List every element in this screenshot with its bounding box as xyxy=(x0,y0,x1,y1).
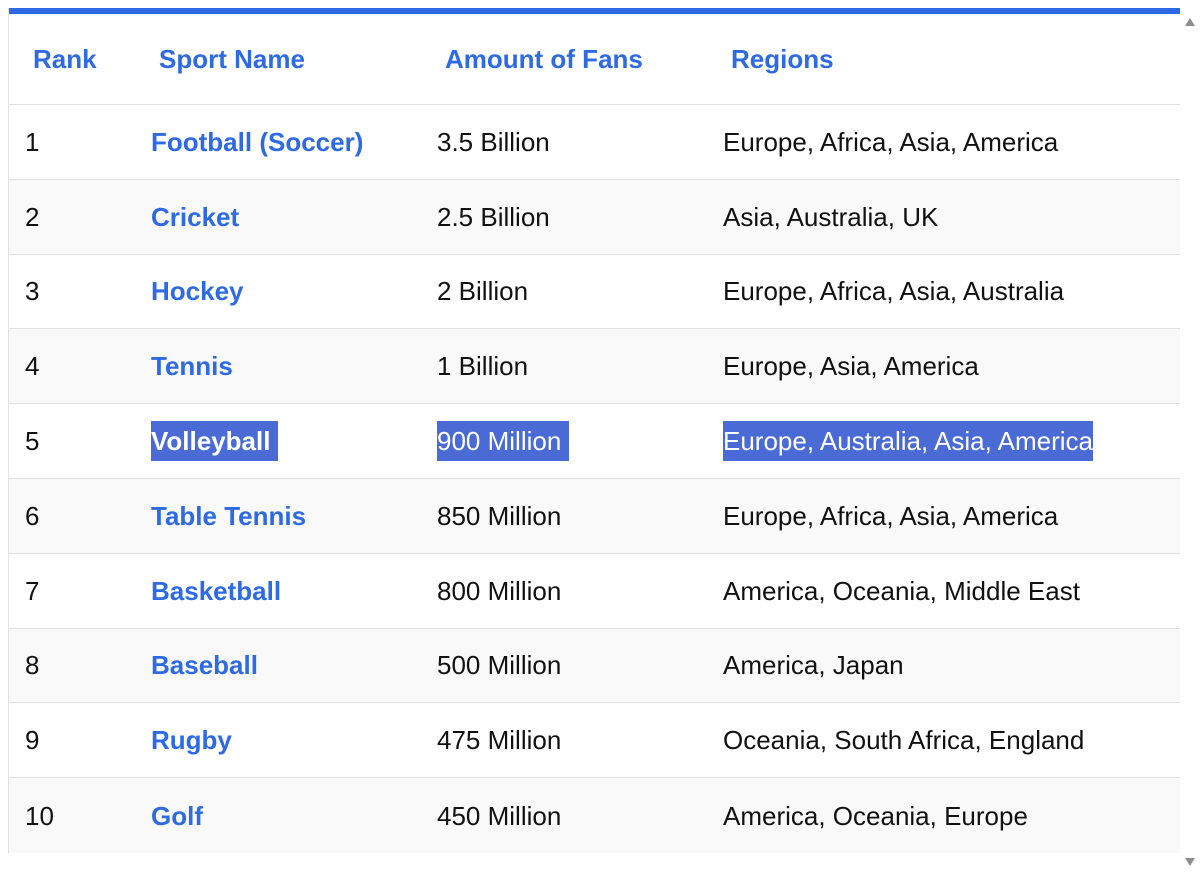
fans-cell: 3.5 Billion xyxy=(437,126,550,157)
sport-name-link[interactable]: Rugby xyxy=(151,720,232,760)
table-body: 1 Football (Soccer) 3.5 Billion Europe, Afr… xyxy=(9,105,1180,853)
header-sport-name[interactable]: Sport Name xyxy=(159,14,305,105)
sport-name-link[interactable]: Football (Soccer) xyxy=(151,122,363,162)
rank-cell: 5 xyxy=(25,426,40,457)
fans-cell: 2.5 Billion xyxy=(437,201,550,232)
fans-cell: 475 Million xyxy=(437,725,562,756)
table-row[interactable]: 3 Hockey 2 Billion Europe, Africa, Asia, Au… xyxy=(9,254,1180,330)
vertical-scrollbar[interactable] xyxy=(1180,0,1200,876)
table-row[interactable]: 5 Volleyball 900 Million Europe, Australia,… xyxy=(9,404,1180,479)
rank-cell: 6 xyxy=(25,500,40,531)
rank-cell: 3 xyxy=(25,276,40,307)
fans-cell: 500 Million xyxy=(437,650,562,681)
table-row[interactable]: 9 Rugby 475 Million Oceania, South Africa, … xyxy=(9,703,1180,779)
header-regions[interactable]: Regions xyxy=(731,14,834,105)
sports-fans-table: Rank Sport Name Amount of Fans Regions 1… xyxy=(8,8,1180,853)
scroll-up-arrow-icon[interactable] xyxy=(1185,18,1195,26)
header-amount-of-fans[interactable]: Amount of Fans xyxy=(445,14,643,105)
rank-cell: 1 xyxy=(25,126,40,157)
sport-name-link[interactable]: Golf xyxy=(151,796,203,836)
fans-cell: 900 Million xyxy=(437,421,570,462)
fans-cell: 850 Million xyxy=(437,500,562,531)
table-row[interactable]: 7 Basketball 800 Million America, Oceania, … xyxy=(9,553,1180,629)
table-row[interactable]: 2 Cricket 2.5 Billion Asia, Australia, UK xyxy=(9,179,1180,255)
table-header: Rank Sport Name Amount of Fans Regions xyxy=(9,14,1180,105)
fans-cell: 800 Million xyxy=(437,575,562,606)
sport-name-link[interactable]: Tennis xyxy=(151,346,233,386)
regions-cell: America, Oceania, Middle East xyxy=(723,575,1080,606)
sport-name-link[interactable]: Hockey xyxy=(151,271,244,311)
rank-cell: 9 xyxy=(25,725,40,756)
table-row[interactable]: 1 Football (Soccer) 3.5 Billion Europe, Afr… xyxy=(9,105,1180,180)
rank-cell: 4 xyxy=(25,351,40,382)
regions-cell: Europe, Africa, Asia, America xyxy=(723,500,1059,531)
table-row[interactable]: 8 Baseball 500 Million America, Japan xyxy=(9,628,1180,704)
fans-cell: 450 Million xyxy=(437,800,562,831)
regions-cell: Oceania, South Africa, England xyxy=(723,725,1085,756)
regions-cell: America, Oceania, Europe xyxy=(723,800,1028,831)
rank-cell: 7 xyxy=(25,575,40,606)
sport-name-link[interactable]: Baseball xyxy=(151,645,258,685)
table-row[interactable]: 10 Golf 450 Million America, Oceania, Europ… xyxy=(9,778,1180,853)
table-row[interactable]: 4 Tennis 1 Billion Europe, Asia, America xyxy=(9,329,1180,405)
table-row[interactable]: 6 Table Tennis 850 Million Europe, Africa, … xyxy=(9,478,1180,554)
sport-name-link[interactable]: Table Tennis xyxy=(151,496,306,536)
regions-cell: Asia, Australia, UK xyxy=(723,201,939,232)
header-rank[interactable]: Rank xyxy=(33,14,97,105)
regions-cell: Europe, Asia, America xyxy=(723,351,979,382)
regions-cell: Europe, Australia, Asia, America xyxy=(723,421,1093,462)
rank-cell: 8 xyxy=(25,650,40,681)
scroll-down-arrow-icon[interactable] xyxy=(1185,858,1195,866)
sport-name-link[interactable]: Volleyball xyxy=(151,421,279,462)
sport-name-link[interactable]: Cricket xyxy=(151,197,239,237)
regions-cell: America, Japan xyxy=(723,650,904,681)
sport-name-link[interactable]: Basketball xyxy=(151,571,281,611)
rank-cell: 10 xyxy=(25,800,54,831)
fans-cell: 1 Billion xyxy=(437,351,529,382)
regions-cell: Europe, Africa, Asia, America xyxy=(723,126,1059,157)
fans-cell: 2 Billion xyxy=(437,276,529,307)
regions-cell: Europe, Africa, Asia, Australia xyxy=(723,276,1065,307)
rank-cell: 2 xyxy=(25,201,40,232)
